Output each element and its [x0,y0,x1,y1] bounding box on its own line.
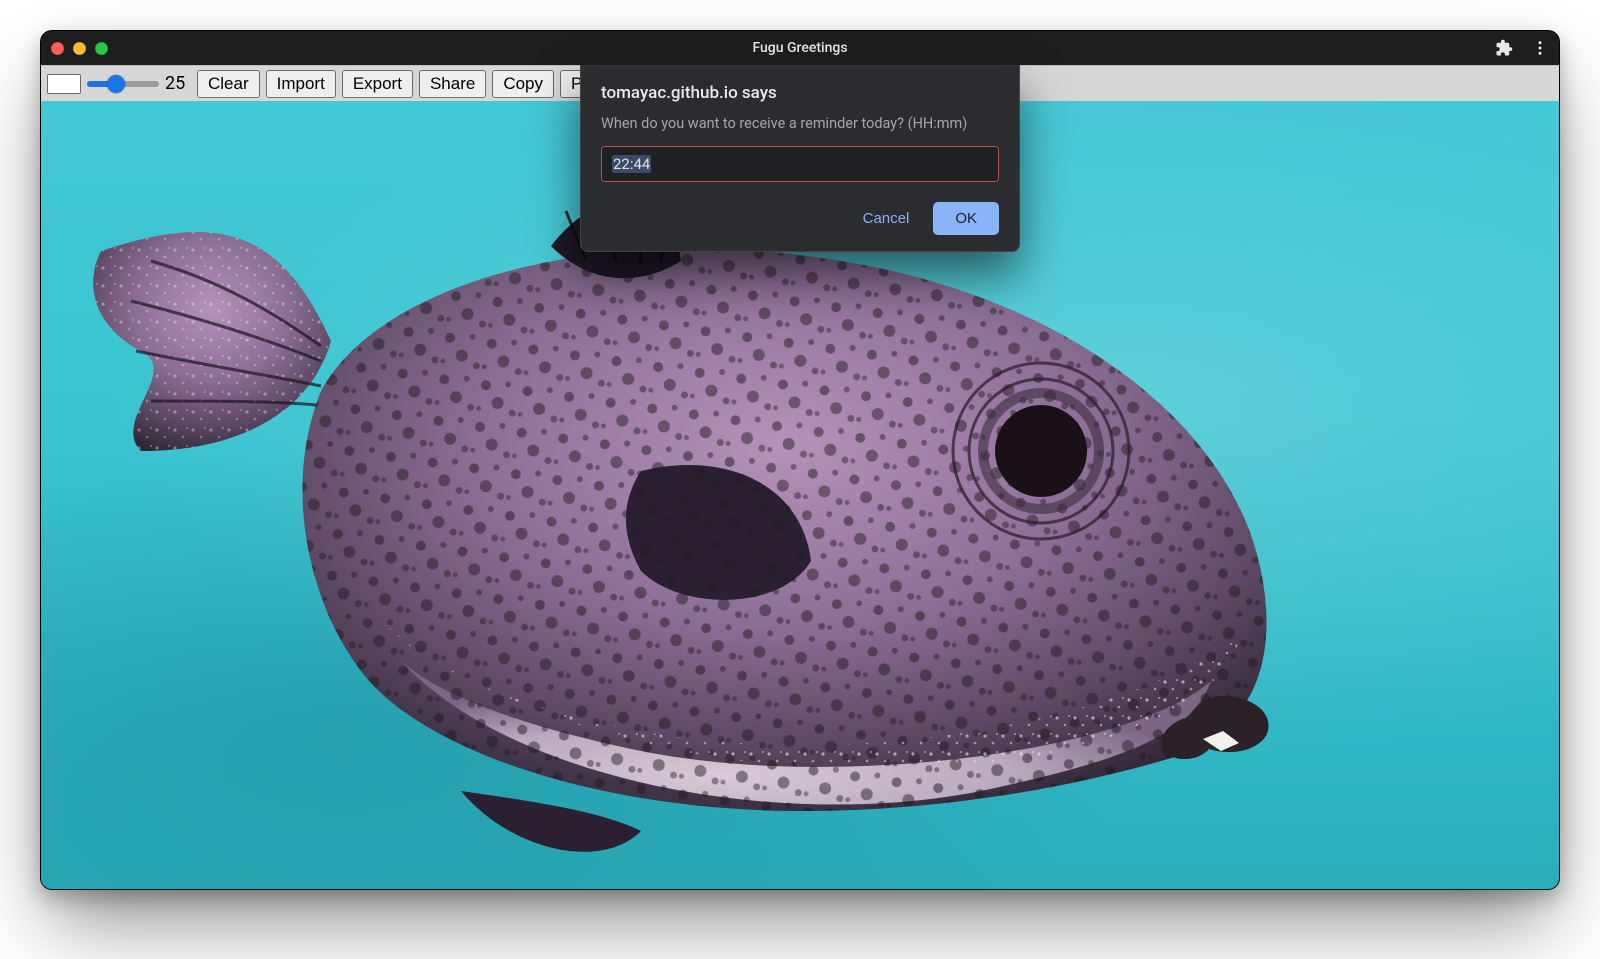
close-window-button[interactable] [51,42,64,55]
dialog-cancel-button[interactable]: Cancel [863,210,910,227]
window-controls [51,42,108,55]
dialog-input-value: 22:44 [612,155,651,173]
slider-thumb[interactable] [107,75,125,93]
js-prompt-dialog: tomayac.github.io says When do you want … [580,65,1020,252]
clear-button[interactable]: Clear [197,70,260,98]
brush-size-slider[interactable] [87,81,159,87]
dialog-ok-button[interactable]: OK [933,202,999,235]
export-button[interactable]: Export [342,70,413,98]
window-title: Fugu Greetings [41,40,1559,56]
copy-button[interactable]: Copy [492,70,554,98]
app-window: Fugu Greetings 25 Clear Import [40,30,1560,890]
menu-icon[interactable] [1531,39,1549,57]
extensions-icon[interactable] [1495,39,1513,57]
maximize-window-button[interactable] [95,42,108,55]
titlebar: Fugu Greetings [41,31,1559,65]
import-button[interactable]: Import [266,70,336,98]
dialog-origin: tomayac.github.io says [601,83,999,103]
share-button[interactable]: Share [419,70,486,98]
color-swatch[interactable] [47,74,81,94]
dialog-actions: Cancel OK [601,202,999,235]
dialog-input[interactable]: 22:44 [601,146,999,182]
dialog-message: When do you want to receive a reminder t… [601,115,999,132]
brush-size-control: 25 [87,73,191,94]
brush-size-value: 25 [165,73,191,94]
minimize-window-button[interactable] [73,42,86,55]
